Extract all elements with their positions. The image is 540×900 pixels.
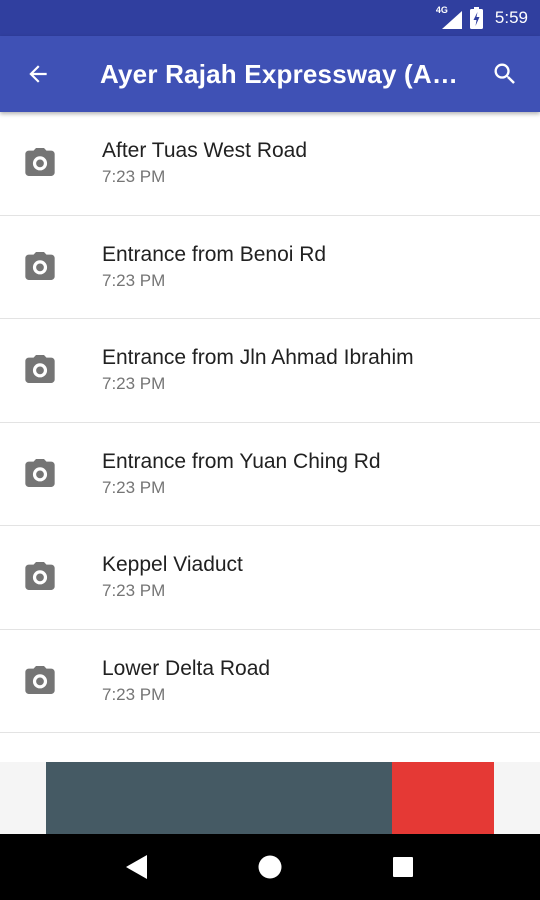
camera-name: Entrance from Benoi Rd: [102, 242, 327, 266]
status-time: 5:59: [494, 8, 528, 27]
nav-home-button[interactable]: [240, 837, 300, 897]
signal-icon: 4G: [436, 5, 462, 29]
ad-banner-accent[interactable]: [392, 762, 494, 834]
back-button[interactable]: [0, 36, 78, 112]
status-bar: 4G 5:59: [0, 0, 540, 36]
list-item[interactable]: Lower Delta Road 7:23 PM: [0, 630, 540, 733]
search-button[interactable]: [470, 36, 540, 112]
system-nav-bar: [0, 834, 540, 900]
list-item[interactable]: Entrance from Yuan Ching Rd 7:23 PM: [0, 423, 540, 526]
camera-time: 7:23 PM: [102, 167, 166, 186]
list-item[interactable]: After Tuas West Road 7:23 PM: [0, 112, 540, 216]
camera-name: Keppel Viaduct: [102, 553, 243, 576]
camera-time: 7:23 PM: [102, 581, 166, 600]
camera-time: 7:23 PM: [102, 374, 166, 393]
camera-icon: [25, 458, 55, 487]
list-item[interactable]: Entrance from Jln Ahmad Ibrahim 7:23 PM: [0, 319, 540, 423]
camera-name: After Tuas West Road: [102, 139, 308, 162]
camera-icon: [25, 251, 55, 280]
camera-icon: [25, 562, 55, 590]
camera-icon: [25, 665, 55, 694]
camera-name: Entrance from Jln Ahmad Ibrahim: [102, 346, 414, 369]
page-title: Ayer Rajah Expressway (A…: [100, 58, 459, 89]
camera-icon: [25, 355, 55, 383]
app-bar: Ayer Rajah Expressway (A…: [0, 36, 540, 112]
list-item[interactable]: Keppel Viaduct 7:23 PM: [0, 526, 540, 630]
recents-square-icon: [393, 857, 414, 877]
nav-back-button[interactable]: [107, 837, 167, 897]
ad-area: [0, 762, 540, 834]
home-circle-icon: [258, 855, 282, 879]
nav-recents-button[interactable]: [373, 837, 433, 897]
search-icon: [494, 63, 515, 84]
camera-icon: [25, 148, 55, 176]
arrow-back-icon: [29, 65, 47, 83]
camera-time: 7:23 PM: [102, 270, 166, 290]
camera-name: Entrance from Yuan Ching Rd: [102, 449, 381, 473]
camera-list: After Tuas West Road 7:23 PM Entrance fr…: [0, 112, 540, 733]
battery-charging-icon: [469, 7, 483, 29]
list-item[interactable]: Entrance from Benoi Rd 7:23 PM: [0, 216, 540, 319]
back-triangle-icon: [125, 855, 147, 879]
camera-time: 7:23 PM: [102, 684, 166, 704]
camera-name: Lower Delta Road: [102, 656, 271, 680]
camera-time: 7:23 PM: [102, 477, 166, 497]
ad-banner[interactable]: [46, 762, 494, 834]
